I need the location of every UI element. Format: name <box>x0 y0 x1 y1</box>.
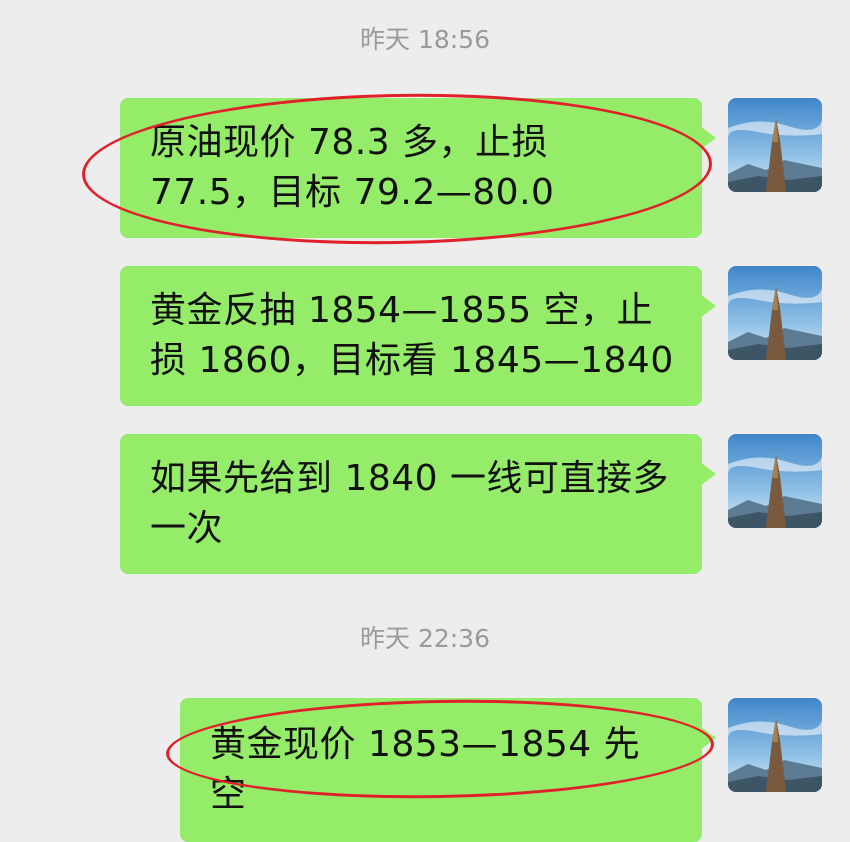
avatar[interactable] <box>728 698 822 792</box>
timestamp: 昨天 18:56 <box>360 25 490 54</box>
avatar[interactable] <box>728 266 822 360</box>
message-bubble[interactable]: 原油现价 78.3 多，止损 77.5，目标 79.2—80.0 <box>120 98 716 238</box>
chat-view: 昨天 18:56 原油现价 78.3 多，止损 77.5，目标 79.2—80.… <box>0 0 850 842</box>
avatar-image <box>728 98 822 192</box>
message-row: 黄金现价 1853—1854 先空 <box>180 698 822 842</box>
avatar-image <box>728 266 822 360</box>
avatar-image <box>728 698 822 792</box>
timestamp: 昨天 22:36 <box>360 624 490 653</box>
message-row: 原油现价 78.3 多，止损 77.5，目标 79.2—80.0 <box>120 98 822 238</box>
message-bubble[interactable]: 黄金反抽 1854—1855 空，止损 1860，目标看 1845—1840 <box>120 266 716 406</box>
message-bubble[interactable]: 黄金现价 1853—1854 先空 <box>180 698 716 842</box>
avatar[interactable] <box>728 434 822 528</box>
message-text: 如果先给到 1840 一线可直接多一次 <box>150 458 670 549</box>
message-text: 黄金现价 1853—1854 先空 <box>210 724 641 815</box>
message-bubble[interactable]: 如果先给到 1840 一线可直接多一次 <box>120 434 716 574</box>
message-text: 原油现价 78.3 多，止损 77.5，目标 79.2—80.0 <box>150 122 555 213</box>
message-text: 黄金反抽 1854—1855 空，止损 1860，目标看 1845—1840 <box>150 290 674 381</box>
message-row: 如果先给到 1840 一线可直接多一次 <box>120 434 822 574</box>
avatar[interactable] <box>728 98 822 192</box>
avatar-image <box>728 434 822 528</box>
message-row: 黄金反抽 1854—1855 空，止损 1860，目标看 1845—1840 <box>120 266 822 406</box>
